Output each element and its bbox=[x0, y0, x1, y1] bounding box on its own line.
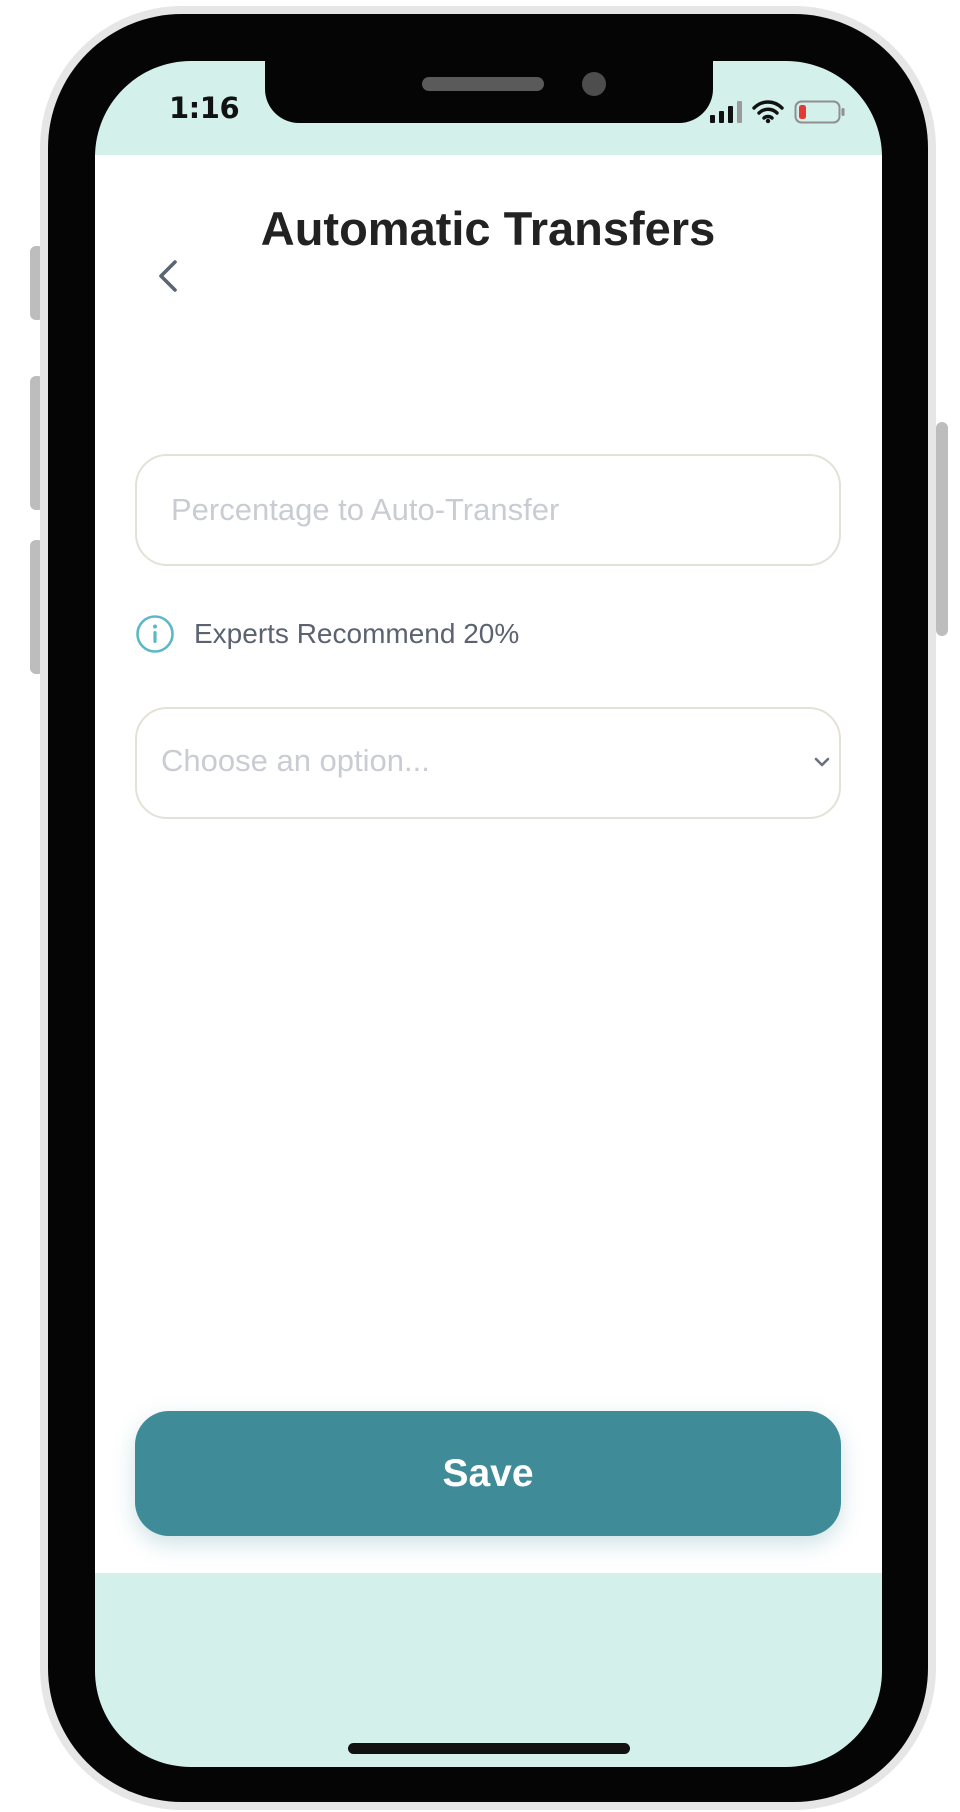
page-title: Automatic Transfers bbox=[260, 202, 716, 255]
phone-screen: 1:16 Automatic Transfers Percentage to A… bbox=[95, 61, 882, 1767]
signal-icon bbox=[710, 101, 742, 123]
select-placeholder: Choose an option... bbox=[161, 743, 430, 778]
power-button bbox=[936, 422, 948, 636]
earpiece-speaker bbox=[422, 77, 544, 91]
status-icons bbox=[710, 97, 846, 127]
status-time: 1:16 bbox=[169, 91, 240, 125]
back-button[interactable] bbox=[143, 251, 193, 301]
main-content: Automatic Transfers Experts Recommend 20… bbox=[95, 155, 882, 1573]
front-camera bbox=[582, 72, 606, 96]
option-select[interactable]: Choose an option... bbox=[135, 707, 841, 819]
save-button[interactable]: Save bbox=[135, 1411, 841, 1536]
wifi-icon bbox=[752, 100, 784, 124]
hint-text: Experts Recommend 20% bbox=[194, 618, 520, 649]
recommendation-hint: Experts Recommend 20% bbox=[135, 613, 519, 655]
percentage-input[interactable] bbox=[135, 454, 841, 566]
notch bbox=[265, 61, 713, 123]
battery-low-icon bbox=[794, 100, 845, 124]
chevron-left-icon bbox=[159, 260, 177, 292]
info-icon bbox=[136, 615, 174, 653]
chevron-down-icon bbox=[814, 757, 830, 767]
home-indicator bbox=[348, 1743, 630, 1754]
device-mockup: 1:16 Automatic Transfers Percentage to A… bbox=[0, 0, 960, 1812]
